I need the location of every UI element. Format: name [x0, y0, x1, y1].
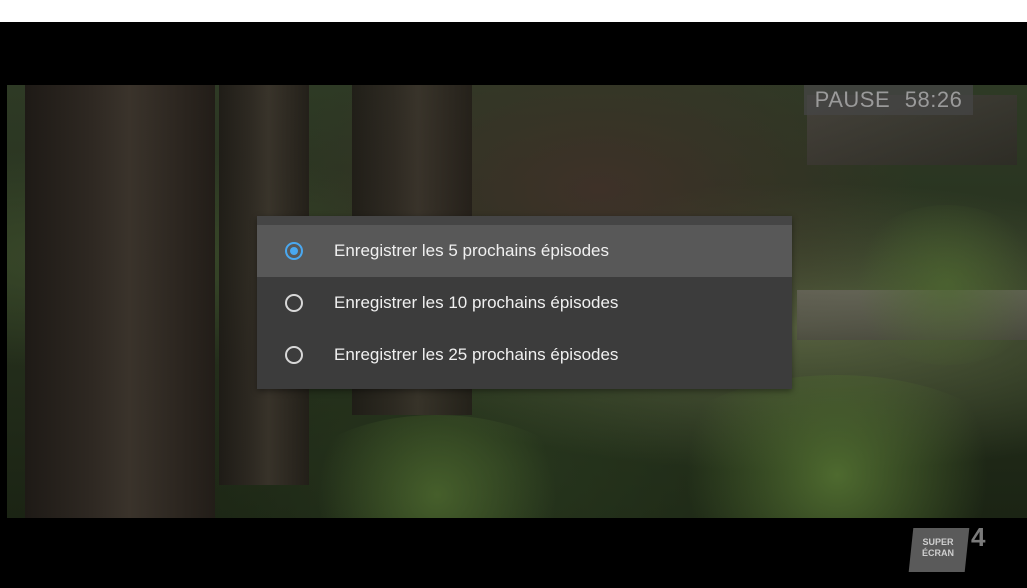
channel-logo: SUPER ÉCRAN 4 [908, 522, 997, 574]
tv-screen: PAUSE 58:26 Enregistrer les 5 prochains … [0, 0, 1027, 588]
tree-trunk [25, 85, 215, 518]
radio-unchecked-icon[interactable] [285, 346, 303, 364]
channel-logo-line1: SUPER [922, 537, 954, 547]
record-options-menu: Enregistrer les 5 prochains épisodes Enr… [257, 216, 792, 389]
channel-logo-line2: ÉCRAN [921, 548, 954, 558]
record-option-25[interactable]: Enregistrer les 25 prochains épisodes [257, 329, 792, 381]
radio-unchecked-icon[interactable] [285, 294, 303, 312]
bush [847, 205, 1027, 365]
playback-state: PAUSE [814, 87, 891, 112]
pause-status-badge: PAUSE 58:26 [804, 85, 973, 115]
menu-top-edge [257, 216, 792, 225]
top-strip [0, 0, 1027, 22]
channel-logo-text: SUPER ÉCRAN [918, 537, 958, 559]
radio-checked-icon[interactable] [285, 242, 303, 260]
bush [287, 415, 587, 518]
record-option-label: Enregistrer les 10 prochains épisodes [334, 293, 619, 312]
record-option-label: Enregistrer les 5 prochains épisodes [334, 241, 609, 260]
bush [647, 375, 1027, 518]
record-option-label: Enregistrer les 25 prochains épisodes [334, 345, 619, 364]
playback-time: 58:26 [904, 87, 963, 112]
channel-number: 4 [971, 522, 986, 552]
record-option-10[interactable]: Enregistrer les 10 prochains épisodes [257, 277, 792, 329]
record-option-5[interactable]: Enregistrer les 5 prochains épisodes [257, 225, 792, 277]
